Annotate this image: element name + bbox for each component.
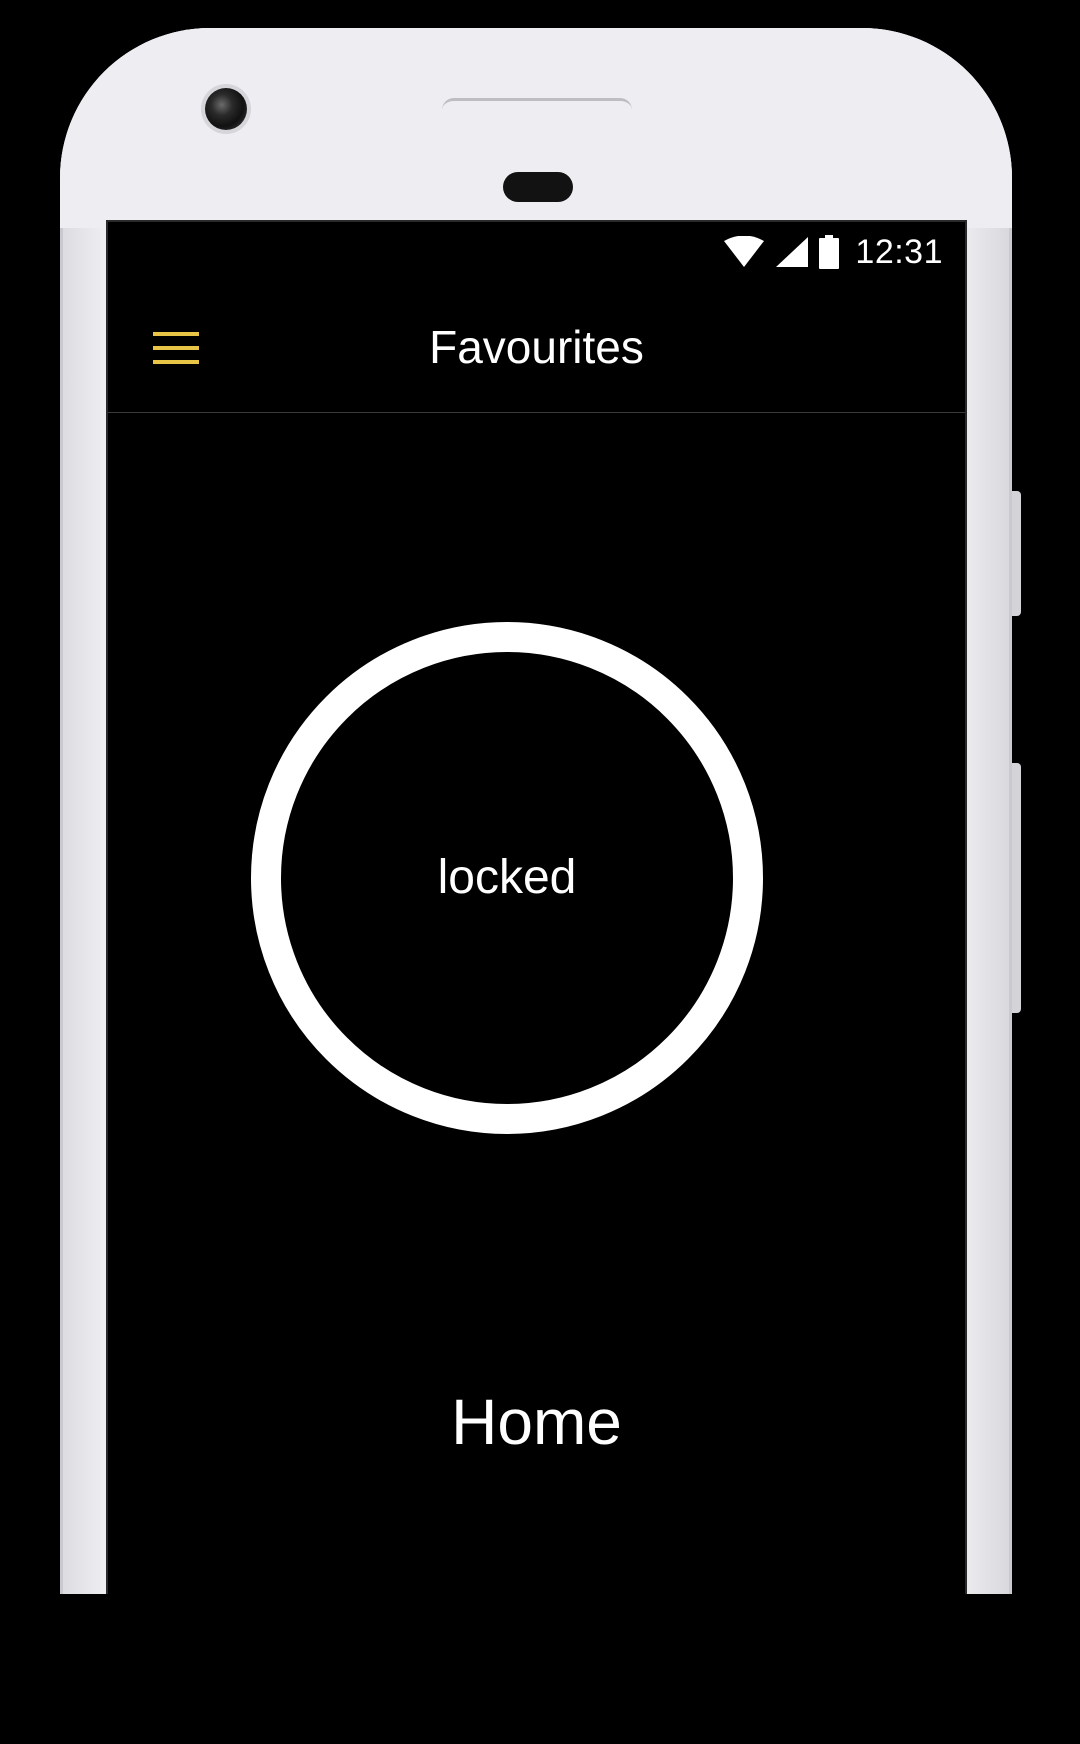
device-screen: 12:31 Favourites locked Home — [108, 222, 965, 1744]
place-name-label: Home — [451, 1386, 622, 1458]
power-button — [1012, 491, 1021, 616]
app-screenshot: 12:31 Favourites locked Home — [0, 0, 1080, 1744]
cell-signal-icon — [776, 237, 809, 267]
status-icons: 12:31 — [723, 230, 943, 274]
wifi-icon — [724, 236, 765, 267]
front-camera-icon — [205, 88, 247, 130]
app-bar: Favourites — [108, 282, 965, 413]
earpiece-sensor — [503, 172, 573, 202]
bottom-background — [0, 1594, 1080, 1744]
lock-status-label: locked — [437, 851, 577, 904]
lock-toggle-button[interactable]: locked — [251, 622, 763, 1134]
status-bar: 12:31 — [108, 222, 965, 282]
volume-button — [1012, 763, 1021, 1013]
battery-icon — [819, 235, 840, 269]
speaker-grille — [442, 98, 632, 111]
page-title: Favourites — [429, 321, 644, 373]
status-time: 12:31 — [855, 232, 943, 271]
